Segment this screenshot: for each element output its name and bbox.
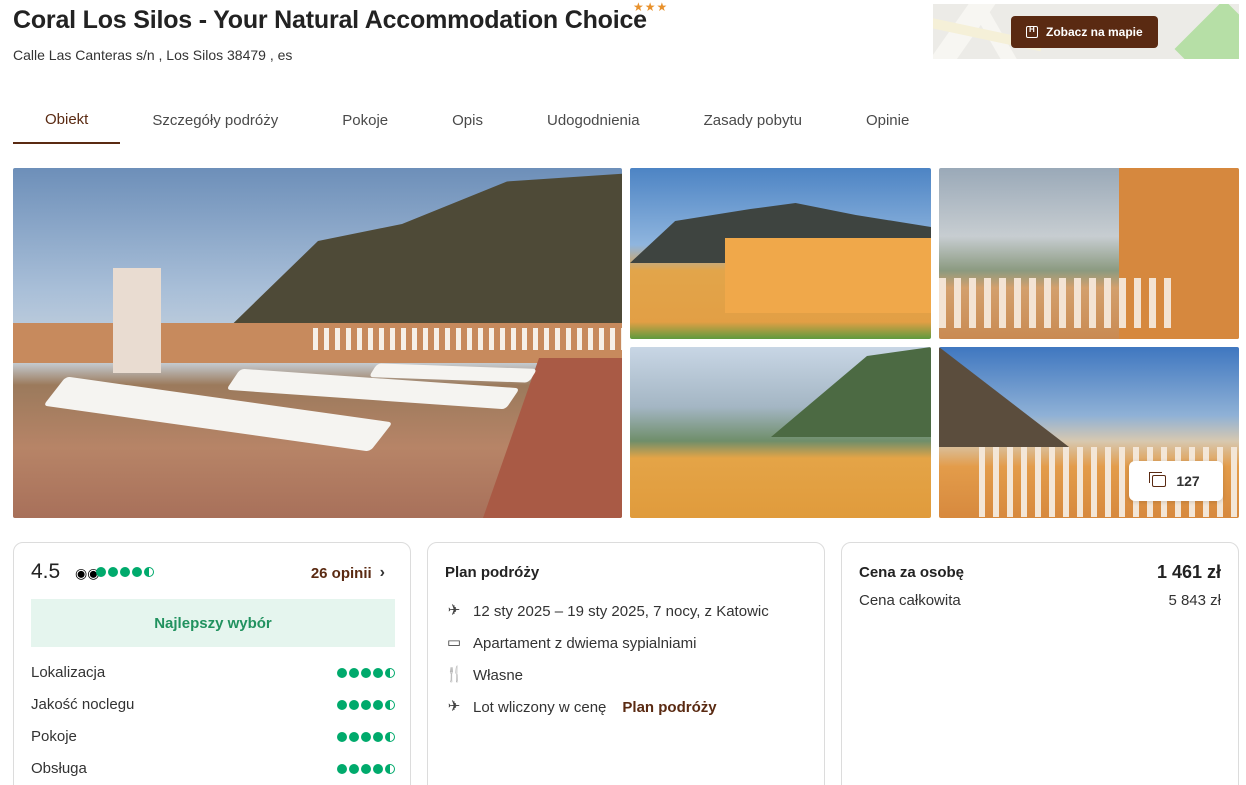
photo-balustrade [313,328,622,350]
trip-dates-row: ✈ 12 sty 2025 – 19 sty 2025, 7 nocy, z K… [445,602,769,620]
rating-dot [120,567,130,577]
tab-house-rules[interactable]: Zasady pobytu [672,96,834,144]
rating-dot-half [385,731,395,742]
rating-dot [108,567,118,577]
total-price: 5 843 zł [1168,592,1221,609]
rating-dot [349,699,359,710]
rating-dot [373,699,383,710]
photo-mountain [213,173,622,343]
flight-info: Lot wliczony w cenę [473,698,607,716]
photo-mountain [939,347,1069,447]
gallery-photo-5[interactable]: 127 [939,347,1239,518]
room-type: Apartament z dwiema sypialniami [473,634,697,652]
all-photos-button[interactable]: 127 [1129,461,1223,501]
hotel-title: Coral Los Silos - Your Natural Accommoda… [13,6,647,34]
photo-building [725,238,931,313]
trip-plan-link[interactable]: Plan podróży [622,699,716,716]
rating-dot [361,667,371,678]
rating-dot-half [385,763,395,774]
trip-plan-title: Plan podróży [445,564,540,581]
rating-dot [373,763,383,774]
total-price-label: Cena całkowita [859,592,961,609]
map-park [1174,4,1239,59]
hotel-pin-icon [1026,25,1038,38]
reviews-link-label: 26 opinii [310,564,372,582]
rating-dot [337,731,347,742]
category-rating-row: Pokoje [31,728,395,745]
tab-rooms[interactable]: Pokoje [310,96,420,144]
board-row: 🍴 Własne [445,666,523,684]
board-type: Własne [473,666,524,684]
tab-amenities[interactable]: Udogodnienia [515,96,672,144]
plane-icon: ✈ [447,698,461,715]
rating-dot [337,699,347,710]
category-label: Lokalizacja [31,664,106,681]
category-dots [337,667,395,678]
hotel-address: Calle Las Canteras s/n , Los Silos 38479… [13,47,293,63]
gallery-photo-4[interactable] [630,347,931,518]
rating-dot [361,731,371,742]
category-label: Jakość noclegu [31,696,135,713]
rating-dot [132,567,142,577]
bed-icon: ▭ [446,634,462,651]
category-rating-row: Obsługa [31,760,395,777]
show-on-map-label: Zobacz na mapie [1046,25,1143,39]
rating-dot-half [385,699,395,710]
rating-dot-half [144,567,154,577]
photo-chimney [113,268,161,373]
rating-score: 4.5 [31,560,61,583]
category-dots [337,763,395,774]
reviews-card: 4.5 ◉◉ 26 opinii › Najlepszy wybór Lokal… [13,542,411,785]
photo-gallery: 127 [13,168,1239,518]
tab-description[interactable]: Opis [420,96,515,144]
category-label: Pokoje [31,728,77,745]
category-rating-row: Jakość noclegu [31,696,395,713]
tab-reviews[interactable]: Opinie [834,96,941,144]
rating-dot [373,731,383,742]
rating-dot [361,699,371,710]
rating-dot [349,763,359,774]
photo-balustrade [939,278,1179,328]
gallery-photo-main[interactable] [13,168,622,518]
price-per-person: 1 461 zł [1156,562,1221,582]
photo-count-label: 127 [1176,473,1200,489]
category-label: Obsługa [31,760,87,777]
cutlery-icon: 🍴 [445,666,464,683]
gallery-photo-2[interactable] [630,168,931,339]
rating-dot [349,731,359,742]
show-on-map-button[interactable]: Zobacz na mapie [1011,16,1158,48]
trip-plan-card: Plan podróży ✈ 12 sty 2025 – 19 sty 2025… [427,542,825,785]
room-type-row: ▭ Apartament z dwiema sypialniami [445,634,697,652]
rating-dot [373,667,383,678]
rating-dots [96,567,154,577]
category-dots [337,699,395,710]
rating-dot [337,667,347,678]
photos-icon [1149,472,1167,487]
category-rating-row: Lokalizacja [31,664,395,681]
rating-dot [337,763,347,774]
chevron-right-icon: › [379,564,385,581]
rating-dot-half [385,667,395,678]
gallery-photo-3[interactable] [939,168,1239,339]
category-dots [337,731,395,742]
flight-row: ✈ Lot wliczony w cenę Plan podróży [445,698,717,716]
tab-obiekt[interactable]: Obiekt [13,96,121,144]
star-rating: ★★★ [633,0,669,14]
photo-floor [483,358,622,518]
trip-dates: 12 sty 2025 – 19 sty 2025, 7 nocy, z Kat… [473,602,769,620]
reviews-link[interactable]: 26 opinii › [311,564,385,582]
best-choice-badge: Najlepszy wybór [31,599,395,647]
rating-dot [96,567,106,577]
map-preview[interactable]: Zobacz na mapie [933,4,1239,59]
photo-mountain [771,347,931,437]
rating-dot [349,667,359,678]
tab-trip-details[interactable]: Szczegóły podróży [120,96,310,144]
plane-calendar-icon: ✈ [447,602,461,619]
price-per-person-label: Cena za osobę [859,564,965,581]
price-card: Cena za osobę 1 461 zł Cena całkowita 5 … [841,542,1239,785]
rating-dot [361,763,371,774]
section-tabs: Obiekt Szczegóły podróży Pokoje Opis Udo… [13,96,941,144]
